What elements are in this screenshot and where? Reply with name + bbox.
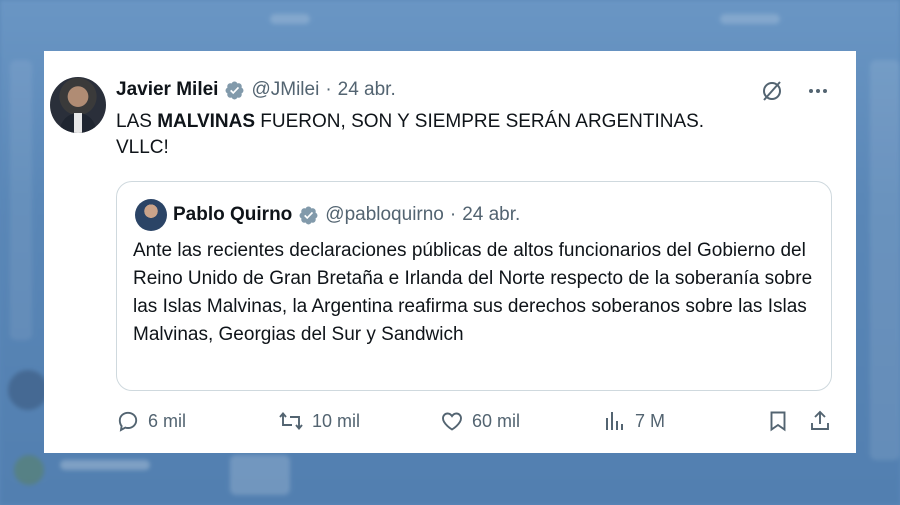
- verified-badge-icon: [299, 206, 318, 224]
- tweet-actions: 6 mil 10 mil 60 mil 7 M: [116, 409, 836, 439]
- tweet-text-before: LAS: [116, 111, 158, 132]
- quoted-tweet-text: Ante las recientes declaraciones pública…: [133, 240, 813, 345]
- views-button[interactable]: 7 M: [603, 409, 665, 433]
- tweet-text-bold[interactable]: MALVINAS: [157, 111, 255, 132]
- views-icon: [606, 412, 623, 430]
- reply-icon: [118, 411, 138, 432]
- tweet-text-after: FUERON, SON Y SIEMPRE SERÁN ARGENTINAS.: [255, 111, 705, 132]
- quoted-author-handle: @pabloquirno: [325, 204, 444, 225]
- retweet-count: 10 mil: [312, 410, 361, 431]
- reply-count: 6 mil: [148, 410, 187, 431]
- quoted-tweet-header: Pablo Quirno @pabloquirno · 24 abr.: [173, 202, 520, 228]
- like-button[interactable]: 60 mil: [440, 409, 520, 433]
- author-handle[interactable]: @JMilei: [251, 77, 319, 103]
- quoted-author-avatar[interactable]: [135, 199, 167, 231]
- share-icon: [811, 410, 829, 430]
- separator-dot: ·: [449, 204, 457, 225]
- grok-icon[interactable]: [760, 79, 784, 103]
- more-icon[interactable]: [806, 79, 830, 103]
- quoted-tweet[interactable]: Pablo Quirno @pabloquirno · 24 abr. Ante…: [116, 181, 832, 391]
- tweet-header: Javier Milei @JMilei · 24 abr.: [116, 77, 396, 103]
- quoted-tweet-date: 24 abr.: [462, 204, 521, 225]
- quoted-author-name: Pablo Quirno: [173, 204, 293, 225]
- views-count: 7 M: [635, 410, 666, 431]
- like-icon: [442, 412, 462, 431]
- reply-button[interactable]: 6 mil: [116, 409, 186, 433]
- share-button[interactable]: [808, 409, 832, 433]
- bookmark-button[interactable]: [766, 409, 790, 433]
- tweet-text: LAS MALVINAS FUERON, SON Y SIEMPRE SERÁN…: [116, 109, 836, 161]
- bookmark-icon: [770, 411, 786, 432]
- top-actions: [760, 79, 830, 103]
- tweet-card[interactable]: Javier Milei @JMilei · 24 abr. LAS MALVI…: [44, 51, 856, 453]
- retweet-button[interactable]: 10 mil: [278, 409, 360, 433]
- tweet-line-1: LAS MALVINAS FUERON, SON Y SIEMPRE SERÁN…: [116, 109, 836, 135]
- like-count: 60 mil: [472, 410, 521, 431]
- tweet-line-2: VLLC!: [116, 137, 169, 158]
- author-name[interactable]: Javier Milei: [116, 77, 218, 103]
- tweet-date[interactable]: 24 abr.: [338, 77, 396, 103]
- verified-badge-icon: [225, 81, 244, 99]
- retweet-icon: [279, 412, 303, 430]
- author-avatar[interactable]: [50, 77, 106, 133]
- separator-dot: ·: [325, 79, 332, 100]
